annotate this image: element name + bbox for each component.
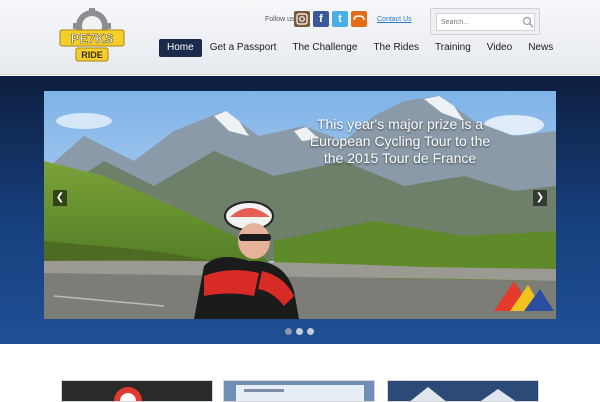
slider-pagination (285, 328, 314, 335)
nav-item-the-rides[interactable]: The Rides (365, 39, 427, 57)
site-header: PE7KS RIDE Follow us f t Contact Us Home… (0, 0, 600, 75)
twitter-glyph: t (338, 13, 342, 25)
hero-caption: This year's major prize is a European Cy… (309, 116, 491, 166)
facebook-glyph: f (319, 13, 323, 25)
facebook-icon[interactable]: f (313, 11, 329, 27)
search-icon[interactable] (522, 16, 534, 28)
nav-item-training[interactable]: Training (427, 39, 479, 57)
slider-dot-3[interactable] (307, 328, 314, 335)
stumbleupon-icon[interactable] (351, 11, 367, 27)
feature-thumbnail-3[interactable] (387, 380, 539, 402)
twitter-icon[interactable]: t (332, 11, 348, 27)
feature-thumbnail-1[interactable] (61, 380, 213, 402)
slider-next-button[interactable]: ❯ (533, 190, 547, 206)
nav-item-the-challenge[interactable]: The Challenge (284, 39, 365, 57)
follow-us-label: Follow us (265, 16, 295, 23)
contact-us-link[interactable]: Contact Us (377, 16, 412, 23)
site-logo[interactable]: PE7KS RIDE (58, 8, 126, 64)
nav-item-home[interactable]: Home (159, 39, 202, 57)
search-input[interactable] (436, 13, 535, 31)
feature-thumbnail-2[interactable] (223, 380, 375, 402)
nav-item-get-a-passport[interactable]: Get a Passport (202, 39, 285, 57)
slider-dot-1[interactable] (285, 328, 292, 335)
chevron-left-icon: ❮ (55, 192, 65, 203)
instagram-icon[interactable] (294, 11, 310, 27)
main-nav: Home Get a Passport The Challenge The Ri… (159, 39, 561, 57)
search-box (430, 8, 540, 35)
slider-prev-button[interactable]: ❮ (53, 190, 67, 206)
slider-dot-2[interactable] (296, 328, 303, 335)
nav-item-news[interactable]: News (520, 39, 561, 57)
svg-text:PE7KS: PE7KS (71, 31, 114, 46)
chevron-right-icon: ❯ (535, 192, 545, 203)
nav-item-video[interactable]: Video (479, 39, 520, 57)
svg-text:RIDE: RIDE (81, 50, 103, 60)
